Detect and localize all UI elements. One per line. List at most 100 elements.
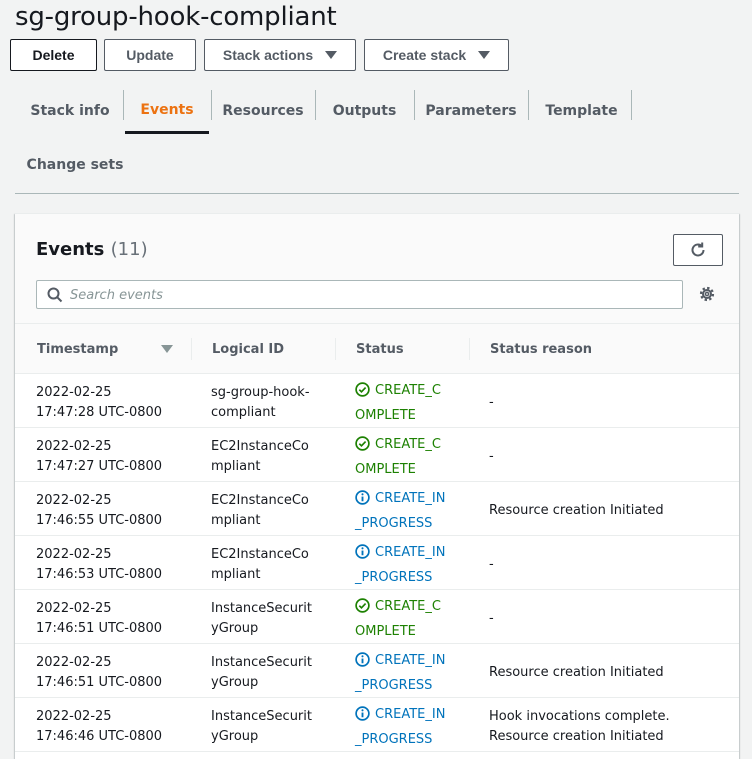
timestamp-cell: 2022-02-25 17:46:46 UTC-0800 xyxy=(36,707,162,747)
column-header-timestamp[interactable]: Timestamp xyxy=(37,324,118,374)
logical-id-line: compliant xyxy=(211,405,276,420)
status-reason-cell: Hook invocations complete. Resource creat… xyxy=(489,707,670,747)
table-row[interactable]: 2022-02-25 17:47:27 UTC-0800 EC2InstanceCo… xyxy=(15,428,739,482)
column-header-status-reason[interactable]: Status reason xyxy=(490,324,592,374)
logical-id-line: EC2InstanceCo xyxy=(211,493,309,508)
tab-label: Parameters xyxy=(425,103,517,119)
info-circle-icon xyxy=(355,706,370,729)
status-text: OMPLETE xyxy=(355,462,416,477)
status-cell: CREATE_C OMPLETE xyxy=(355,596,441,643)
delete-button[interactable]: Delete xyxy=(10,39,97,71)
status-cell: CREATE_C OMPLETE xyxy=(355,434,441,481)
table-row[interactable]: 2022-02-25 17:46:51 UTC-0800 InstanceSecur… xyxy=(15,644,739,698)
logical-id-cell: EC2InstanceCo mpliant xyxy=(211,545,309,585)
logical-id-line: yGroup xyxy=(211,729,259,744)
table-row[interactable]: 2022-02-25 17:46:55 UTC-0800 EC2InstanceCo… xyxy=(15,482,739,536)
logical-id-line: mpliant xyxy=(211,459,261,474)
column-label: Status reason xyxy=(490,341,593,357)
timestamp-date: 2022-02-25 xyxy=(36,709,112,724)
logical-id-line: yGroup xyxy=(211,675,259,690)
tab-label: Template xyxy=(545,103,618,119)
status-text: CREATE_IN xyxy=(375,653,446,668)
column-divider xyxy=(335,338,336,360)
timestamp-date: 2022-02-25 xyxy=(36,601,112,616)
status-text: OMPLETE xyxy=(355,624,416,639)
status-reason-line: - xyxy=(489,557,494,572)
column-header-logical-id[interactable]: Logical ID xyxy=(212,324,284,374)
timestamp-cell: 2022-02-25 17:46:51 UTC-0800 xyxy=(36,599,162,639)
tab-template[interactable]: Template xyxy=(530,88,633,134)
tab-outputs[interactable]: Outputs xyxy=(317,88,412,134)
status-reason-cell: - xyxy=(489,447,494,467)
info-circle-icon xyxy=(355,544,370,567)
logical-id-cell: sg-group-hook-compliant xyxy=(211,383,310,423)
timestamp-cell: 2022-02-25 17:46:55 UTC-0800 xyxy=(36,491,162,531)
column-label: Timestamp xyxy=(37,341,119,357)
timestamp-date: 2022-02-25 xyxy=(36,655,112,670)
logical-id-cell: InstanceSecurit yGroup xyxy=(211,707,312,747)
timestamp-time: 17:46:51 UTC-0800 xyxy=(36,621,163,636)
status-reason-line: Resource creation Initiated xyxy=(489,729,664,744)
check-circle-icon xyxy=(355,382,370,405)
logical-id-line: EC2InstanceCo xyxy=(211,439,309,454)
tab-divider xyxy=(315,90,316,120)
logical-id-cell: InstanceSecurit yGroup xyxy=(211,599,312,639)
sort-descending-icon[interactable] xyxy=(161,345,173,353)
timestamp-cell: 2022-02-25 17:46:51 UTC-0800 xyxy=(36,653,162,693)
tab-parameters[interactable]: Parameters xyxy=(416,88,526,134)
column-label: Status xyxy=(356,341,404,357)
update-button[interactable]: Update xyxy=(104,39,196,71)
column-header-status[interactable]: Status xyxy=(356,324,404,374)
stack-actions-button[interactable]: Stack actions xyxy=(204,39,356,71)
table-header: Timestamp Logical ID Status Status reaso… xyxy=(15,324,739,374)
tab-resources[interactable]: Resources xyxy=(213,88,313,134)
status-text: CREATE_IN xyxy=(375,491,446,506)
status-reason-cell: - xyxy=(489,609,494,629)
table-row[interactable]: 2022-02-25 17:47:28 UTC-0800 sg-group-hook… xyxy=(15,374,739,428)
events-header: Events (11) xyxy=(15,214,739,324)
tab-events[interactable]: Events xyxy=(125,88,209,134)
gear-icon[interactable] xyxy=(698,285,716,303)
events-panel: Events (11) Timestamp Logical ID Status … xyxy=(15,213,739,759)
timestamp-date: 2022-02-25 xyxy=(36,385,112,400)
check-circle-icon xyxy=(355,598,370,621)
table-row[interactable]: 2022-02-25 17:46:53 UTC-0800 EC2InstanceCo… xyxy=(15,536,739,590)
table-row[interactable]: 2022-02-25 17:46:51 UTC-0800 InstanceSecur… xyxy=(15,590,739,644)
column-divider xyxy=(469,338,470,360)
table-row[interactable]: 2022-02-25 17:46:46 UTC-0800 InstanceSecur… xyxy=(15,698,739,752)
refresh-button[interactable] xyxy=(673,234,723,266)
timestamp-time: 17:46:46 UTC-0800 xyxy=(36,729,163,744)
timestamp-cell: 2022-02-25 17:47:27 UTC-0800 xyxy=(36,437,162,477)
logical-id-cell: EC2InstanceCo mpliant xyxy=(211,437,309,477)
logical-id-line: yGroup xyxy=(211,621,259,636)
search-input[interactable] xyxy=(70,285,670,305)
status-text: CREATE_IN xyxy=(375,707,446,722)
timestamp-cell: 2022-02-25 17:47:28 UTC-0800 xyxy=(36,383,162,423)
status-text: CREATE_IN xyxy=(375,545,446,560)
create-stack-button[interactable]: Create stack xyxy=(364,39,509,71)
status-text: _PROGRESS xyxy=(355,732,433,747)
tab-label: Change sets xyxy=(26,157,124,173)
tab-bar: Stack info Events Resources Outputs Para… xyxy=(15,88,739,194)
status-reason-line: Resource creation Initiated xyxy=(489,503,664,518)
tab-change-sets[interactable]: Change sets xyxy=(19,142,131,188)
caret-down-icon xyxy=(325,51,338,59)
status-reason-line: - xyxy=(489,395,494,410)
column-divider xyxy=(191,338,192,360)
status-cell: CREATE_IN _PROGRESS xyxy=(355,704,445,751)
timestamp-time: 17:46:51 UTC-0800 xyxy=(36,675,163,690)
status-reason-line: - xyxy=(489,449,494,464)
logical-id-line: InstanceSecurit xyxy=(211,601,312,616)
check-circle-icon xyxy=(355,436,370,459)
logical-id-cell: EC2InstanceCo mpliant xyxy=(211,491,309,531)
logical-id-line: InstanceSecurit xyxy=(211,655,312,670)
tab-stack-info[interactable]: Stack info xyxy=(19,88,121,134)
tab-label: Outputs xyxy=(332,103,397,119)
status-cell: CREATE_C OMPLETE xyxy=(355,380,441,427)
caret-down-icon xyxy=(478,51,491,59)
tab-label: Resources xyxy=(222,103,304,119)
logical-id-line: InstanceSecurit xyxy=(211,709,312,724)
update-button-label: Update xyxy=(126,47,174,63)
status-text: CREATE_C xyxy=(375,437,441,452)
timestamp-cell: 2022-02-25 17:46:53 UTC-0800 xyxy=(36,545,162,585)
